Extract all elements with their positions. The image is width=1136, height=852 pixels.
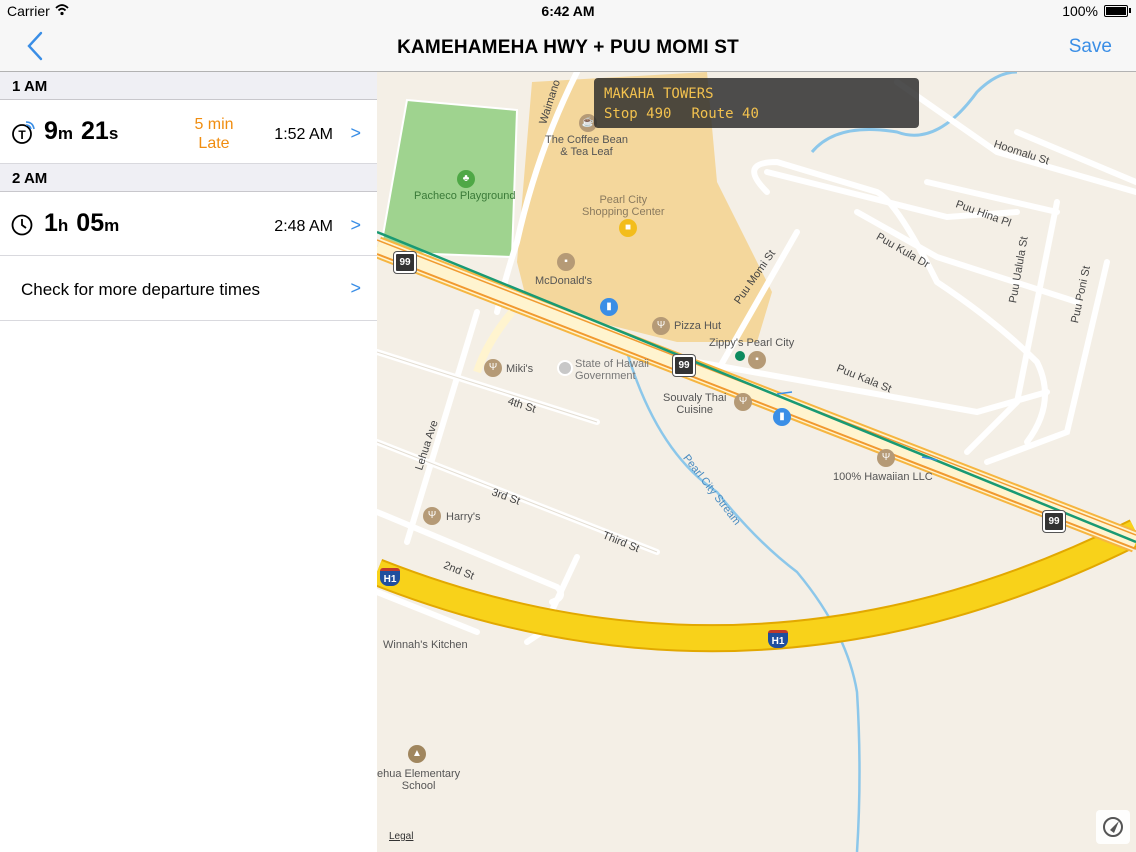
more-departures-label: Check for more departure times xyxy=(21,280,261,299)
government-icon[interactable] xyxy=(557,360,573,376)
departure-time: 2:48 AM xyxy=(274,218,333,235)
shopping-icon[interactable]: ■ xyxy=(619,219,637,237)
chevron-right-icon: > xyxy=(350,278,361,298)
stop-callout[interactable]: MAKAHA TOWERS Stop 490 Route 40 xyxy=(594,78,919,128)
place-label: Winnah's Kitchen xyxy=(383,639,468,651)
place-label: Zippy's Pearl City xyxy=(709,337,795,349)
route-99-shield-icon: 99 xyxy=(394,252,416,273)
legal-link[interactable]: Legal xyxy=(389,831,413,842)
place-label: Pearl City Shopping Center xyxy=(582,194,665,218)
place-label: Pizza Hut xyxy=(674,320,722,332)
save-button[interactable]: Save xyxy=(1069,36,1112,58)
realtime-transit-icon: T xyxy=(12,121,35,144)
clock-icon xyxy=(11,214,33,236)
countdown: 9m 21s xyxy=(44,117,119,145)
status-bar: Carrier 6:42 AM 100% xyxy=(0,0,1136,22)
departure-row[interactable]: T 9m 21s 5 min Late 1:52 AM > xyxy=(0,100,377,164)
place-label: 100% Hawaiian LLC xyxy=(833,471,933,483)
chevron-right-icon: > xyxy=(350,123,361,143)
stop-details: Stop 490 Route 40 xyxy=(604,106,759,122)
park-icon[interactable]: ♣ xyxy=(457,170,475,188)
section-header-1am: 1 AM xyxy=(0,72,377,100)
restaurant-icon[interactable]: Ψ xyxy=(652,317,670,335)
place-label: Pacheco Playground xyxy=(414,190,516,202)
clock-time: 6:42 AM xyxy=(541,3,595,19)
page-title: KAMEHAMEHA HWY + PUU MOMI ST xyxy=(397,37,739,58)
gas-station-icon[interactable]: ▮ xyxy=(773,408,791,426)
locate-button[interactable] xyxy=(1096,810,1130,844)
more-departures-button[interactable]: Check for more departure times > xyxy=(0,256,377,321)
departure-list: 1 AM T 9m 21s 5 min Late 1:52 AM > 2 AM 1h… xyxy=(0,72,378,852)
svg-text:T: T xyxy=(18,128,26,142)
restaurant-icon[interactable]: Ψ xyxy=(877,449,895,467)
battery-percent: 100% xyxy=(1062,3,1098,19)
place-label: ehua Elementary School xyxy=(377,768,461,792)
restaurant-icon[interactable]: Ψ xyxy=(423,507,441,525)
stop-name: MAKAHA TOWERS xyxy=(604,86,714,102)
interstate-h1-shield-icon: H1 xyxy=(380,568,400,586)
fastfood-icon[interactable]: ▪ xyxy=(557,253,575,271)
route-99-shield-icon: 99 xyxy=(1043,511,1065,532)
route-99-shield-icon: 99 xyxy=(673,355,695,376)
place-label: Harry's xyxy=(446,511,481,523)
departure-time: 1:52 AM xyxy=(274,126,333,143)
gas-station-icon[interactable]: ▮ xyxy=(600,298,618,316)
late-status: 5 min Late xyxy=(194,116,234,152)
departure-row[interactable]: 1h 05m 2:48 AM > xyxy=(0,192,377,256)
location-arrow-icon xyxy=(1103,817,1123,837)
map-view[interactable]: The Coffee Bean & Tea Leaf Pacheco Playgr… xyxy=(377,72,1136,852)
place-label: Souvaly Thai Cuisine xyxy=(663,392,727,416)
countdown: 1h 05m xyxy=(44,209,120,237)
school-icon[interactable]: ▲ xyxy=(408,745,426,763)
fastfood-icon[interactable]: ▪ xyxy=(748,351,766,369)
section-header-2am: 2 AM xyxy=(0,164,377,192)
navigation-bar: KAMEHAMEHA HWY + PUU MOMI ST Save xyxy=(0,22,1136,72)
restaurant-icon[interactable]: Ψ xyxy=(734,393,752,411)
place-label: The Coffee Bean & Tea Leaf xyxy=(545,134,628,158)
place-label: Miki's xyxy=(506,363,534,375)
restaurant-icon[interactable]: Ψ xyxy=(484,359,502,377)
chevron-right-icon: > xyxy=(350,215,361,235)
place-label: State of Hawaii Government xyxy=(575,358,649,382)
battery-icon xyxy=(1104,5,1128,17)
map-canvas xyxy=(377,72,1136,852)
interstate-h1-shield-icon: H1 xyxy=(768,630,788,648)
place-label: McDonald's xyxy=(535,275,593,287)
battery-tip xyxy=(1129,8,1131,13)
